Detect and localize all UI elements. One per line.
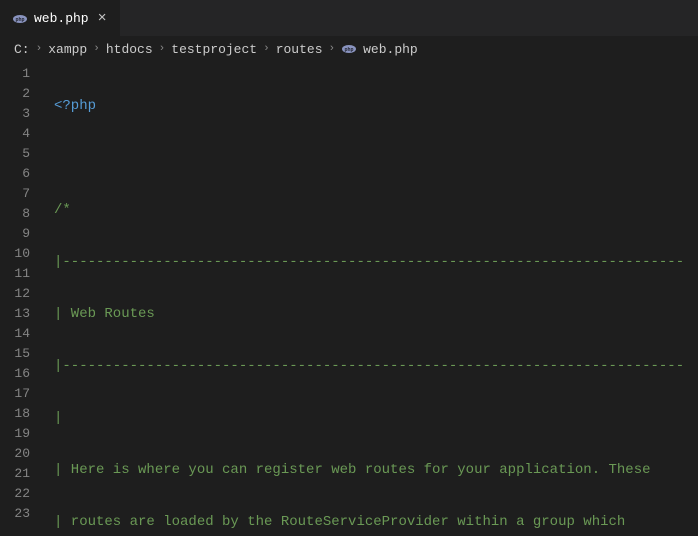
breadcrumb-item[interactable]: testproject bbox=[171, 42, 257, 57]
comment: | Web Routes bbox=[54, 306, 155, 322]
line-number: 22 bbox=[0, 484, 48, 504]
line-number: 5 bbox=[0, 144, 48, 164]
comment: | bbox=[54, 410, 62, 426]
line-number: 3 bbox=[0, 104, 48, 124]
line-number: 23 bbox=[0, 504, 48, 524]
line-number: 8 bbox=[0, 204, 48, 224]
comment: /* bbox=[54, 202, 71, 218]
line-number: 11 bbox=[0, 264, 48, 284]
breadcrumb-item[interactable]: xampp bbox=[48, 42, 87, 57]
php-file-icon: php bbox=[341, 41, 357, 57]
line-number-gutter: 1234567891011121314151617181920212223 bbox=[0, 62, 48, 536]
breadcrumb-item[interactable]: htdocs bbox=[106, 42, 153, 57]
line-number: 12 bbox=[0, 284, 48, 304]
breadcrumb-item[interactable]: routes bbox=[276, 42, 323, 57]
comment: | routes are loaded by the RouteServiceP… bbox=[54, 514, 625, 530]
line-number: 6 bbox=[0, 164, 48, 184]
line-number: 14 bbox=[0, 324, 48, 344]
line-number: 20 bbox=[0, 444, 48, 464]
code-editor[interactable]: 1234567891011121314151617181920212223 <?… bbox=[0, 62, 698, 536]
chevron-right-icon: › bbox=[263, 43, 270, 55]
tab-bar: php web.php × bbox=[0, 0, 698, 36]
comment: | Here is where you can register web rou… bbox=[54, 462, 651, 478]
line-number: 2 bbox=[0, 84, 48, 104]
chevron-right-icon: › bbox=[329, 43, 336, 55]
line-number: 7 bbox=[0, 184, 48, 204]
close-icon[interactable]: × bbox=[95, 10, 110, 27]
line-number: 1 bbox=[0, 64, 48, 84]
line-number: 10 bbox=[0, 244, 48, 264]
line-number: 17 bbox=[0, 384, 48, 404]
line-number: 18 bbox=[0, 404, 48, 424]
tab-label: web.php bbox=[34, 11, 89, 26]
chevron-right-icon: › bbox=[36, 43, 43, 55]
code-content[interactable]: <?php /* |------------------------------… bbox=[48, 62, 698, 536]
line-number: 15 bbox=[0, 344, 48, 364]
svg-text:php: php bbox=[345, 47, 354, 53]
php-open-tag: <?php bbox=[54, 98, 96, 114]
comment: |---------------------------------------… bbox=[54, 254, 684, 270]
line-number: 9 bbox=[0, 224, 48, 244]
breadcrumb-item[interactable]: C: bbox=[14, 42, 30, 57]
line-number: 13 bbox=[0, 304, 48, 324]
line-number: 4 bbox=[0, 124, 48, 144]
line-number: 21 bbox=[0, 464, 48, 484]
chevron-right-icon: › bbox=[93, 43, 100, 55]
breadcrumb: C: › xampp › htdocs › testproject › rout… bbox=[0, 36, 698, 62]
chevron-right-icon: › bbox=[159, 43, 166, 55]
line-number: 16 bbox=[0, 364, 48, 384]
comment: |---------------------------------------… bbox=[54, 358, 684, 374]
php-file-icon: php bbox=[12, 11, 28, 27]
breadcrumb-item[interactable]: web.php bbox=[363, 42, 418, 57]
svg-text:php: php bbox=[15, 17, 24, 23]
tab-web-php[interactable]: php web.php × bbox=[0, 0, 120, 36]
line-number: 19 bbox=[0, 424, 48, 444]
